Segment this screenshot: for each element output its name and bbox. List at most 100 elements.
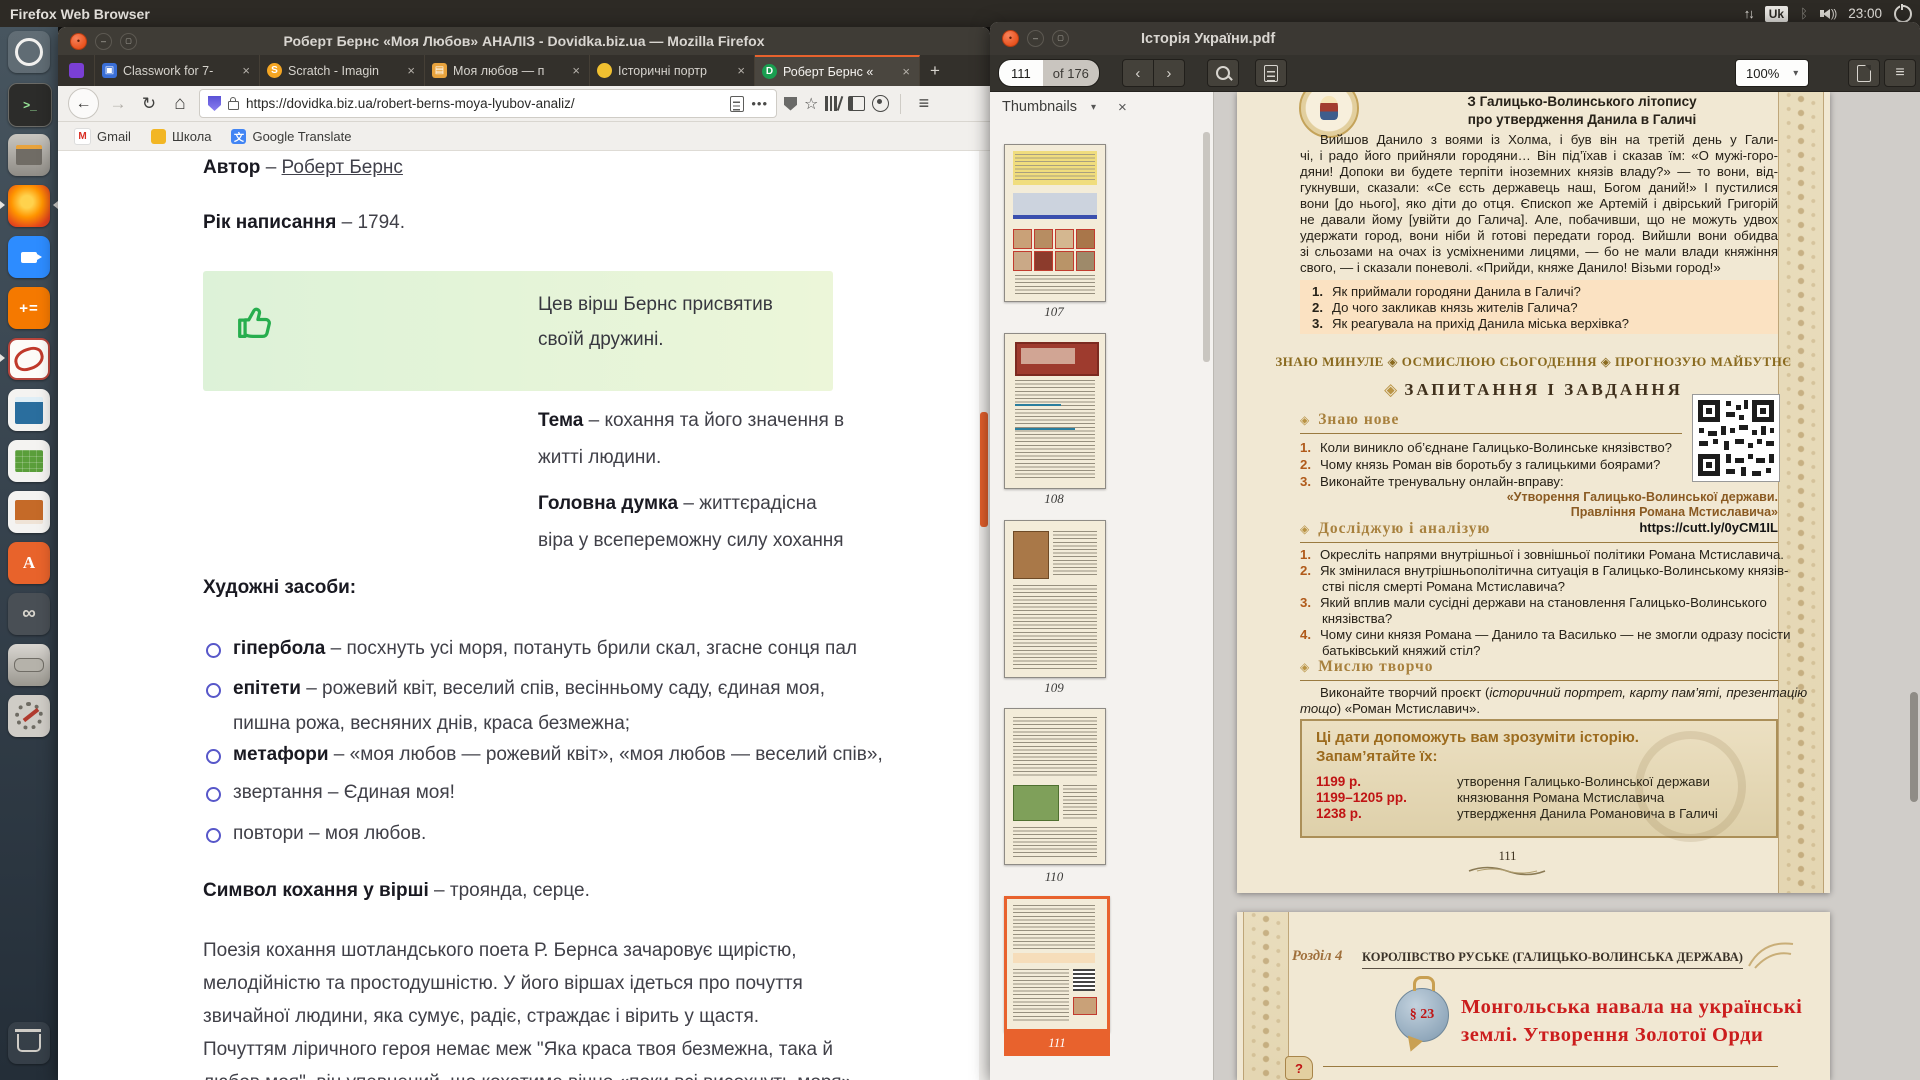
url-text[interactable]: https://dovidka.biz.ua/robert-berns-moya… <box>246 96 723 111</box>
thumbnail-page-110[interactable] <box>1004 708 1106 865</box>
bookmark-google-translate[interactable]: 文 Google Translate <box>231 129 351 144</box>
home-button[interactable]: ⌂ <box>168 93 192 115</box>
heading-rule <box>1300 680 1778 681</box>
page-number-control[interactable]: 111 of 176 <box>998 59 1100 87</box>
reload-button[interactable]: ↻ <box>137 94 161 114</box>
next-page-button[interactable]: › <box>1154 59 1185 87</box>
date-event: утвердження Данила Романовича в Галичі <box>1457 806 1718 821</box>
maximize-button[interactable]: ▢ <box>120 33 137 50</box>
volume-icon[interactable]: )) <box>1820 8 1836 20</box>
file-cabinet-icon[interactable] <box>8 134 50 176</box>
drawing-app-icon[interactable] <box>8 338 50 380</box>
page-actions-icon[interactable]: ••• <box>751 96 768 111</box>
bookmark-star-icon[interactable]: ☆ <box>804 94 818 114</box>
tab-close-icon[interactable]: × <box>735 63 747 78</box>
keyboard-layout-indicator[interactable]: Uk <box>1765 6 1788 22</box>
tracking-protection-shield-icon[interactable] <box>208 96 221 111</box>
zoom-app-icon[interactable] <box>8 236 50 278</box>
explore-item: 2.Як змінилася внутрішньополітична ситуа… <box>1300 563 1788 578</box>
tab-istorychni-portrety[interactable]: Історичні портр × <box>590 55 755 86</box>
previous-page-button[interactable]: ‹ <box>1122 59 1154 87</box>
library-icon[interactable] <box>825 96 841 111</box>
tab-moya-lyubov[interactable]: ▤ Моя любов — п × <box>425 55 590 86</box>
thumbnail-page-111-selected[interactable]: 111 <box>1004 896 1110 1032</box>
impress-icon[interactable] <box>8 491 50 533</box>
document-properties-button[interactable] <box>1848 59 1880 87</box>
pdf-main-view[interactable]: З Галицько-Волинського літопису про утве… <box>1214 92 1920 1080</box>
pocket-icon[interactable] <box>784 97 797 111</box>
ubuntu-dash-icon[interactable] <box>8 31 50 73</box>
forward-button[interactable]: → <box>106 94 130 114</box>
url-bar[interactable]: https://dovidka.biz.ua/robert-berns-moya… <box>199 89 777 118</box>
list-bullet <box>206 787 221 802</box>
list-bullet <box>206 683 221 698</box>
bookmarks-bar: M Gmail Школа 文 Google Translate <box>58 122 990 151</box>
exercise-caption-2: Правління Романа Мстиславича» <box>1300 505 1778 519</box>
device-epithets-2: пишна рожа, весняних днів, краса безмежн… <box>233 713 630 735</box>
minimize-button[interactable]: – <box>1027 30 1044 47</box>
scratch-favicon: S <box>267 63 282 78</box>
page-count-label: of 176 <box>1043 60 1099 86</box>
writer-icon[interactable] <box>8 389 50 431</box>
lesson-title-1: Монгольська навала на українські <box>1461 996 1802 1019</box>
tab-close-icon[interactable]: × <box>240 63 252 78</box>
back-button[interactable]: ← <box>68 88 99 119</box>
bookmark-shkola[interactable]: Школа <box>151 129 212 144</box>
tab-close-icon[interactable]: × <box>900 64 912 79</box>
account-icon[interactable] <box>872 95 889 112</box>
maximize-button[interactable]: ▢ <box>1052 30 1069 47</box>
zoom-level-dropdown[interactable]: 100% ▾ <box>1735 59 1809 87</box>
device-address: звертання – Єдиная моя! <box>233 782 455 804</box>
thumbnail-page-107[interactable] <box>1004 144 1106 302</box>
focused-app-title[interactable]: Firefox Web Browser <box>10 6 150 22</box>
calculator-icon[interactable]: += <box>8 287 50 329</box>
tab-close-icon[interactable]: × <box>405 63 417 78</box>
tab-classwork[interactable]: ▣ Classwork for 7- × <box>95 55 260 86</box>
bookmark-gmail[interactable]: M Gmail <box>74 128 131 145</box>
thumbnails-scrollbar[interactable] <box>1203 132 1210 362</box>
minimize-button[interactable]: – <box>95 33 112 50</box>
tab-robert-berns-active[interactable]: D Роберт Бернс « × <box>755 55 920 86</box>
chapter-label: Розділ 4 <box>1292 948 1342 965</box>
page-scrollbar[interactable] <box>979 151 990 1080</box>
pinned-tab[interactable] <box>58 55 95 86</box>
sidebar-toggle-icon[interactable] <box>848 96 865 111</box>
scrollbar-thumb[interactable] <box>980 412 988 527</box>
close-button[interactable]: • <box>1002 30 1019 47</box>
trash-icon[interactable] <box>8 1022 50 1064</box>
thumbnails-title[interactable]: Thumbnails <box>1002 99 1077 115</box>
network-arrows-icon[interactable]: ↑↓ <box>1744 6 1753 21</box>
annotations-button[interactable] <box>1255 59 1287 87</box>
system-tools-icon[interactable] <box>8 695 50 737</box>
think-line-2: тощо) «Роман Мстиславич». <box>1300 701 1480 716</box>
disks-icon[interactable] <box>8 644 50 686</box>
search-button[interactable] <box>1207 59 1239 87</box>
close-button[interactable]: • <box>70 33 87 50</box>
bluetooth-icon[interactable]: ᛒ <box>1800 6 1808 21</box>
terminal-icon[interactable]: >_ <box>8 83 52 127</box>
new-tab-button[interactable]: + <box>920 55 950 86</box>
explore-item-wrap: князівства? <box>1322 611 1392 626</box>
page-number-input[interactable]: 111 <box>999 60 1043 86</box>
firefox-icon[interactable] <box>8 185 50 227</box>
thumbnail-page-109[interactable] <box>1004 520 1106 678</box>
devices-heading: Художні засоби: <box>203 577 356 599</box>
emblem-app-icon[interactable]: ∞ <box>8 593 50 635</box>
tab-scratch[interactable]: S Scratch - Imagin × <box>260 55 425 86</box>
software-center-icon[interactable]: A <box>8 542 50 584</box>
chronicle-line: дяни! Допоки ви будете терпіти іноземних… <box>1300 164 1778 180</box>
pdf-menu-button[interactable]: ≡ <box>1884 59 1916 87</box>
author-link[interactable]: Роберт Бернс <box>282 157 403 178</box>
firefox-titlebar[interactable]: • – ▢ Роберт Бернс «Моя Любов» АНАЛІЗ - … <box>58 27 990 55</box>
clock[interactable]: 23:00 <box>1848 6 1882 21</box>
tab-close-icon[interactable]: × <box>570 63 582 78</box>
power-menu-icon[interactable] <box>1894 5 1912 23</box>
close-sidebar-icon[interactable]: × <box>1118 99 1127 116</box>
chevron-down-icon[interactable]: ▾ <box>1091 102 1096 113</box>
thumbnail-page-108[interactable] <box>1004 333 1106 489</box>
pdf-titlebar[interactable]: • – ▢ Історія України.pdf <box>990 22 1920 55</box>
pdf-scrollbar-thumb[interactable] <box>1910 692 1918 802</box>
reader-mode-icon[interactable] <box>730 96 744 112</box>
calc-icon[interactable] <box>8 440 50 482</box>
hamburger-menu-icon[interactable]: ≡ <box>912 93 936 114</box>
